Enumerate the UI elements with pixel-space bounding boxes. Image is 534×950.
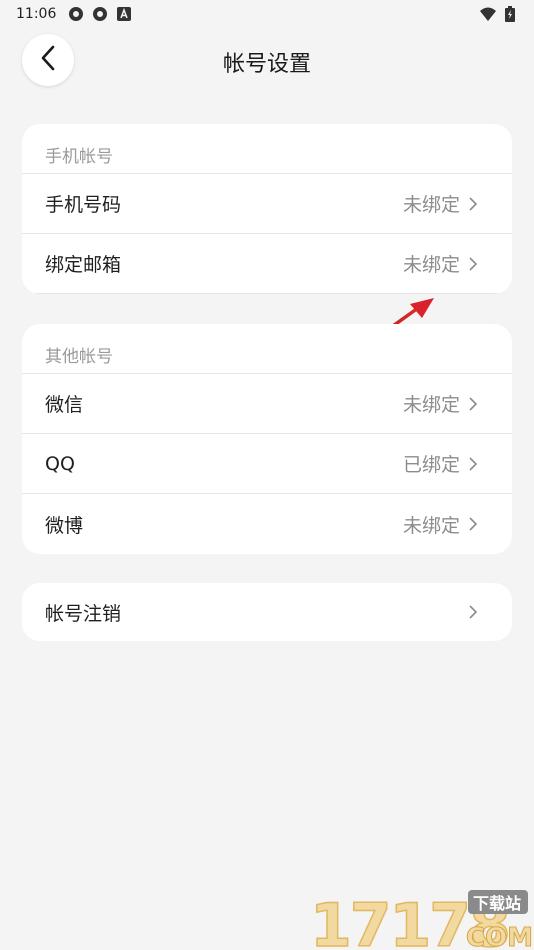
status-time: 11:06 xyxy=(16,6,57,22)
row-label: 微博 xyxy=(45,514,84,537)
row-label: 手机号码 xyxy=(45,194,122,216)
chevron-right-icon xyxy=(468,256,478,272)
row-status: 未绑定 xyxy=(402,394,460,416)
phone-number-row[interactable]: 手机号码 未绑定 xyxy=(22,174,512,234)
chevron-right-icon xyxy=(468,604,478,620)
chevron-right-icon xyxy=(468,196,478,212)
account-deletion-section: 帐号注销 xyxy=(22,583,512,641)
svg-text:下载站: 下载站 xyxy=(473,894,521,913)
row-label: 绑定邮箱 xyxy=(45,254,122,276)
row-status: 未绑定 xyxy=(402,514,460,537)
notification-icon xyxy=(92,6,108,22)
chevron-right-icon xyxy=(468,516,478,532)
section-title: 其他帐号 xyxy=(22,324,512,374)
weibo-row[interactable]: 微博 未绑定 xyxy=(22,494,512,554)
watermark-logo: 17178 下载站 COM xyxy=(309,890,532,950)
qq-row[interactable]: QQ 已绑定 xyxy=(22,434,512,494)
phone-account-section: 手机帐号 手机号码 未绑定 绑定邮箱 未绑定 xyxy=(22,124,512,294)
row-label: 微信 xyxy=(45,394,84,416)
section-title: 手机帐号 xyxy=(22,124,512,174)
chevron-right-icon xyxy=(468,456,478,472)
wifi-icon xyxy=(480,6,496,22)
svg-text:COM: COM xyxy=(466,923,532,950)
chevron-right-icon xyxy=(468,396,478,412)
app-header: 帐号设置 xyxy=(0,34,534,88)
notification-icon xyxy=(68,6,84,22)
battery-icon xyxy=(502,6,518,22)
a-icon xyxy=(116,6,132,22)
row-label: QQ xyxy=(45,452,75,475)
row-status: 未绑定 xyxy=(402,194,460,216)
row-label: 帐号注销 xyxy=(45,602,122,625)
page-title: 帐号设置 xyxy=(222,52,311,77)
status-bar: 11:06 xyxy=(0,0,534,28)
row-status: 未绑定 xyxy=(402,254,460,276)
row-status: 已绑定 xyxy=(402,454,460,476)
other-accounts-section: 其他帐号 微信 未绑定 QQ 已绑定 微博 未绑定 xyxy=(22,324,512,554)
bind-email-row[interactable]: 绑定邮箱 未绑定 xyxy=(22,234,512,294)
account-deletion-row[interactable]: 帐号注销 xyxy=(22,583,512,641)
wechat-row[interactable]: 微信 未绑定 xyxy=(22,374,512,434)
